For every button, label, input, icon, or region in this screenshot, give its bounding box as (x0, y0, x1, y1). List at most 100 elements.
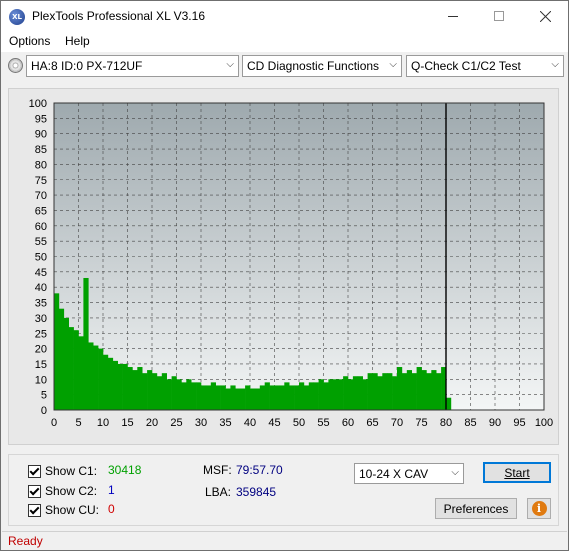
y-tick-label: 65 (35, 205, 47, 217)
info-icon: i (531, 501, 547, 516)
start-button[interactable]: Start (483, 462, 551, 483)
chevron-down-icon: ⌵ (551, 59, 559, 70)
checkbox-checked-icon (28, 503, 41, 517)
y-tick-label: 100 (29, 98, 47, 110)
c1-bar (431, 370, 437, 410)
show-c2-checkbox[interactable]: Show C2: (28, 483, 97, 499)
c1-bar (68, 327, 74, 410)
c1-bar (323, 382, 329, 410)
x-tick-label: 25 (170, 417, 182, 429)
y-tick-label: 10 (35, 374, 47, 386)
x-tick-label: 35 (219, 417, 231, 429)
window-title: PlexTools Professional XL V3.16 (32, 9, 205, 23)
c1-bar (426, 373, 432, 410)
preferences-button-label: Preferences (443, 501, 509, 516)
c1-bar (98, 348, 104, 410)
status-bar: Ready (2, 531, 567, 550)
c1-bar (338, 379, 344, 410)
show-c1-checkbox[interactable]: Show C1: (28, 463, 97, 479)
c1-bar (230, 385, 236, 410)
c1-bar (259, 385, 265, 410)
speed-select[interactable]: 10-24 X CAV ⌵ (354, 463, 464, 484)
c1-bar (201, 385, 207, 410)
x-tick-label: 10 (97, 417, 109, 429)
c1-bar (152, 373, 158, 410)
c1-bar (446, 397, 452, 410)
y-tick-label: 5 (41, 390, 47, 402)
c1-bar (436, 373, 442, 410)
y-tick-label: 55 (35, 236, 47, 248)
y-tick-label: 25 (35, 328, 47, 340)
c1-bar (205, 385, 212, 410)
c1-bar (210, 382, 216, 410)
c1-bar (279, 385, 285, 410)
x-tick-label: 75 (415, 417, 427, 429)
lba-label: LBA: (205, 485, 232, 499)
c1-bar (357, 376, 363, 410)
c1-bar (387, 373, 393, 410)
c1-bar (73, 330, 79, 410)
y-tick-label: 45 (35, 267, 47, 279)
function-select-value: CD Diagnostic Functions (247, 59, 380, 73)
show-cu-checkbox[interactable]: Show CU: (28, 502, 99, 518)
c1-bar (171, 376, 177, 410)
y-tick-label: 90 (35, 129, 47, 141)
chevron-down-icon: ⌵ (451, 467, 459, 478)
c1-bar (421, 370, 427, 410)
c1-bar (284, 382, 290, 410)
c1-bar (367, 373, 373, 410)
x-tick-label: 45 (268, 417, 280, 429)
c1-bar (58, 308, 65, 410)
c1-bar (88, 342, 94, 410)
close-icon (539, 10, 551, 22)
c2-count: 1 (108, 483, 115, 497)
c1-bar (289, 385, 295, 410)
x-tick-label: 0 (51, 417, 57, 429)
close-button[interactable] (522, 1, 568, 31)
minimize-button[interactable] (430, 1, 476, 31)
start-button-label: Start (504, 465, 530, 480)
show-c2-label: Show C2: (45, 484, 98, 498)
c1-bar (269, 385, 275, 410)
maximize-button[interactable] (476, 1, 522, 31)
c1-bar (156, 376, 163, 410)
c1-bar (333, 379, 339, 410)
msf-value: 79:57.70 (236, 463, 283, 477)
chevron-down-icon: ⌵ (389, 59, 397, 70)
x-tick-label: 30 (195, 417, 207, 429)
c1-bar (186, 379, 192, 410)
y-tick-label: 75 (35, 175, 47, 187)
checkbox-checked-icon (28, 484, 41, 498)
c1-bar (318, 379, 324, 410)
c1-bar (308, 382, 314, 410)
c1-bar (63, 317, 69, 410)
c1-bar (161, 373, 167, 410)
app-window: XL PlexTools Professional XL V3.16 Optio… (0, 0, 569, 551)
chevron-down-icon: ⌵ (226, 59, 234, 70)
x-tick-label: 60 (342, 417, 354, 429)
c1-bar (372, 373, 378, 410)
x-tick-label: 80 (440, 417, 452, 429)
c1-bar (352, 376, 359, 410)
show-cu-label: Show CU: (45, 503, 100, 517)
status-text: Ready (8, 534, 43, 548)
function-select[interactable]: CD Diagnostic Functions ⌵ (242, 55, 402, 77)
preferences-button[interactable]: Preferences (435, 498, 517, 519)
c1-bar (411, 373, 417, 410)
info-button[interactable]: i (527, 498, 551, 519)
test-select[interactable]: Q-Check C1/C2 Test ⌵ (406, 55, 564, 77)
c1-bar (348, 379, 354, 410)
drive-select[interactable]: HA:8 ID:0 PX-712UF ⌵ (26, 55, 239, 77)
menu-options[interactable]: Options (9, 34, 50, 48)
minimize-icon (448, 15, 458, 17)
x-tick-label: 100 (535, 417, 553, 429)
c1-bar (220, 385, 226, 410)
menu-help[interactable]: Help (65, 34, 90, 48)
c1-bar (294, 385, 300, 410)
c1-bar (54, 293, 60, 410)
c1-bar (196, 382, 202, 410)
disc-icon (8, 58, 23, 73)
y-tick-label: 60 (35, 221, 47, 233)
c1-bar (250, 388, 256, 410)
x-tick-label: 20 (146, 417, 158, 429)
